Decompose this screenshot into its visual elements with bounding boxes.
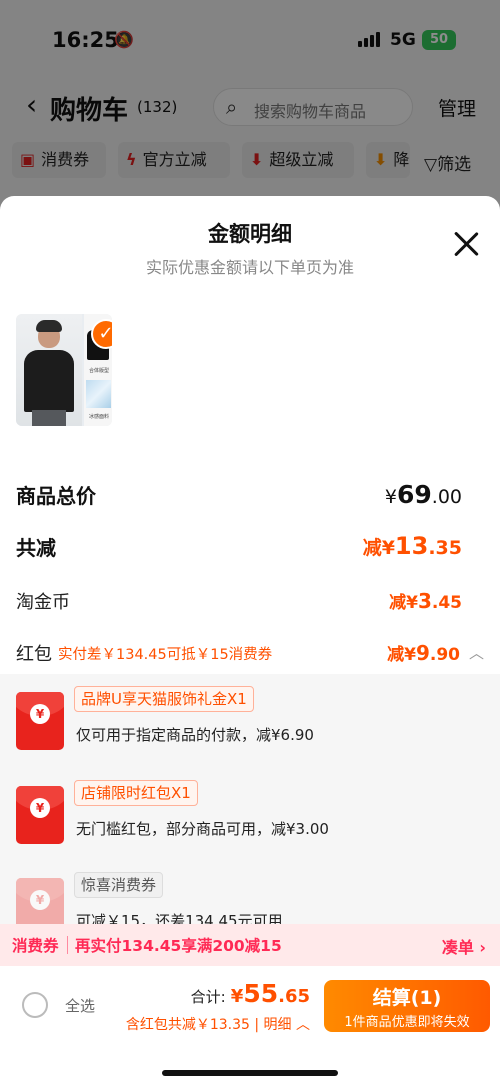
amount-detail-sheet: 金额明细 实际优惠金额请以下单页为准 合体版型 冰感面料 ✓ 商品总价 ¥69.… [0,196,500,1087]
hongbao-row[interactable]: 红包 实付差￥134.45可抵￥15消费券 减¥9.90 ︿ [16,640,484,670]
product-caption: 冰感面料 [88,414,109,420]
promo-text: 再实付134.45享满200减15 [75,937,282,955]
home-indicator [162,1070,338,1076]
red-packet-icon: ¥ [16,786,64,844]
divider [67,936,68,954]
total-price-row: 商品总价 ¥69.00 [16,480,484,510]
sheet-title: 金额明细 [208,222,292,246]
coupon-desc: 可减￥15，还差134.45元可用 [76,912,283,924]
coupon-tag: 惊喜消费券 [74,872,164,898]
sum-total: 合计: ¥55.65 [191,979,310,1008]
coupon-desc: 无门槛红包，部分商品可用，减¥3.00 [76,820,329,838]
fabric-photo [86,380,111,408]
chevron-up-icon[interactable]: ︿ [469,642,484,663]
promo-label: 消费券 [12,937,59,955]
chevron-up-icon: ︿ [296,1017,310,1033]
total-price-value: ¥69.00 [384,480,462,509]
red-packet-icon: ¥ [16,692,64,750]
coupon-tag: 品牌U享天猫服饰礼金X1 [74,686,254,712]
list-item: ¥ 惊喜消费券 可减￥15，还差134.45元可用 [16,872,486,924]
total-discount-value: 减¥13.35 [362,532,462,560]
checkout-sublabel: 1件商品优惠即将失效 [344,1015,470,1030]
total-discount-label: 共减 [16,536,56,560]
taojinbi-label: 淘金币 [16,592,70,613]
list-item: ¥ 店铺限时红包X1 无门槛红包，部分商品可用，减¥3.00 [16,780,486,850]
select-all-label[interactable]: 全选 [65,995,95,1016]
hongbao-note: 实付差￥134.45可抵￥15消费券 [58,647,273,663]
promo-action-link[interactable]: 凑单 › [442,934,486,958]
sum-value: ¥55.65 [230,979,310,1008]
coupon-list: ¥ 品牌U享天猫服饰礼金X1 仅可用于指定商品的付款，减¥6.90 ¥ 店铺限时… [0,674,500,924]
close-icon[interactable] [452,230,480,258]
taojinbi-row: 淘金币 减¥3.45 [16,588,484,618]
checkout-label: 结算(1) [372,987,442,1009]
red-packet-icon: ¥ [16,878,64,924]
product-thumbnail[interactable]: 合体版型 冰感面料 ✓ [16,314,112,426]
checkout-button[interactable]: 结算(1) 1件商品优惠即将失效 [324,980,490,1032]
hongbao-label: 红包 [16,644,52,665]
sheet-subtitle: 实际优惠金额请以下单页为准 [145,258,354,277]
checkout-bar: 全选 合计: ¥55.65 含红包共减￥13.35 | 明细 ︿ 结算(1) 1… [0,966,500,1087]
total-discount-row: 共减 减¥13.35 [16,532,484,562]
product-caption: 合体版型 [88,368,109,374]
select-all-radio[interactable] [22,992,48,1018]
list-item: ¥ 品牌U享天猫服饰礼金X1 仅可用于指定商品的付款，减¥6.90 [16,686,486,756]
sum-label: 合计: [190,988,226,1006]
coupon-tag: 店铺限时红包X1 [74,780,198,806]
hongbao-value: 减¥9.90 [387,641,460,665]
taojinbi-value: 减¥3.45 [389,589,462,613]
promo-bar[interactable]: 消费券 再实付134.45享满200减15 凑单 › [0,924,500,966]
total-price-label: 商品总价 [16,484,96,508]
detail-toggle[interactable]: 含红包共减￥13.35 | 明细 ︿ [126,1014,310,1034]
coupon-desc: 仅可用于指定商品的付款，减¥6.90 [76,726,314,744]
